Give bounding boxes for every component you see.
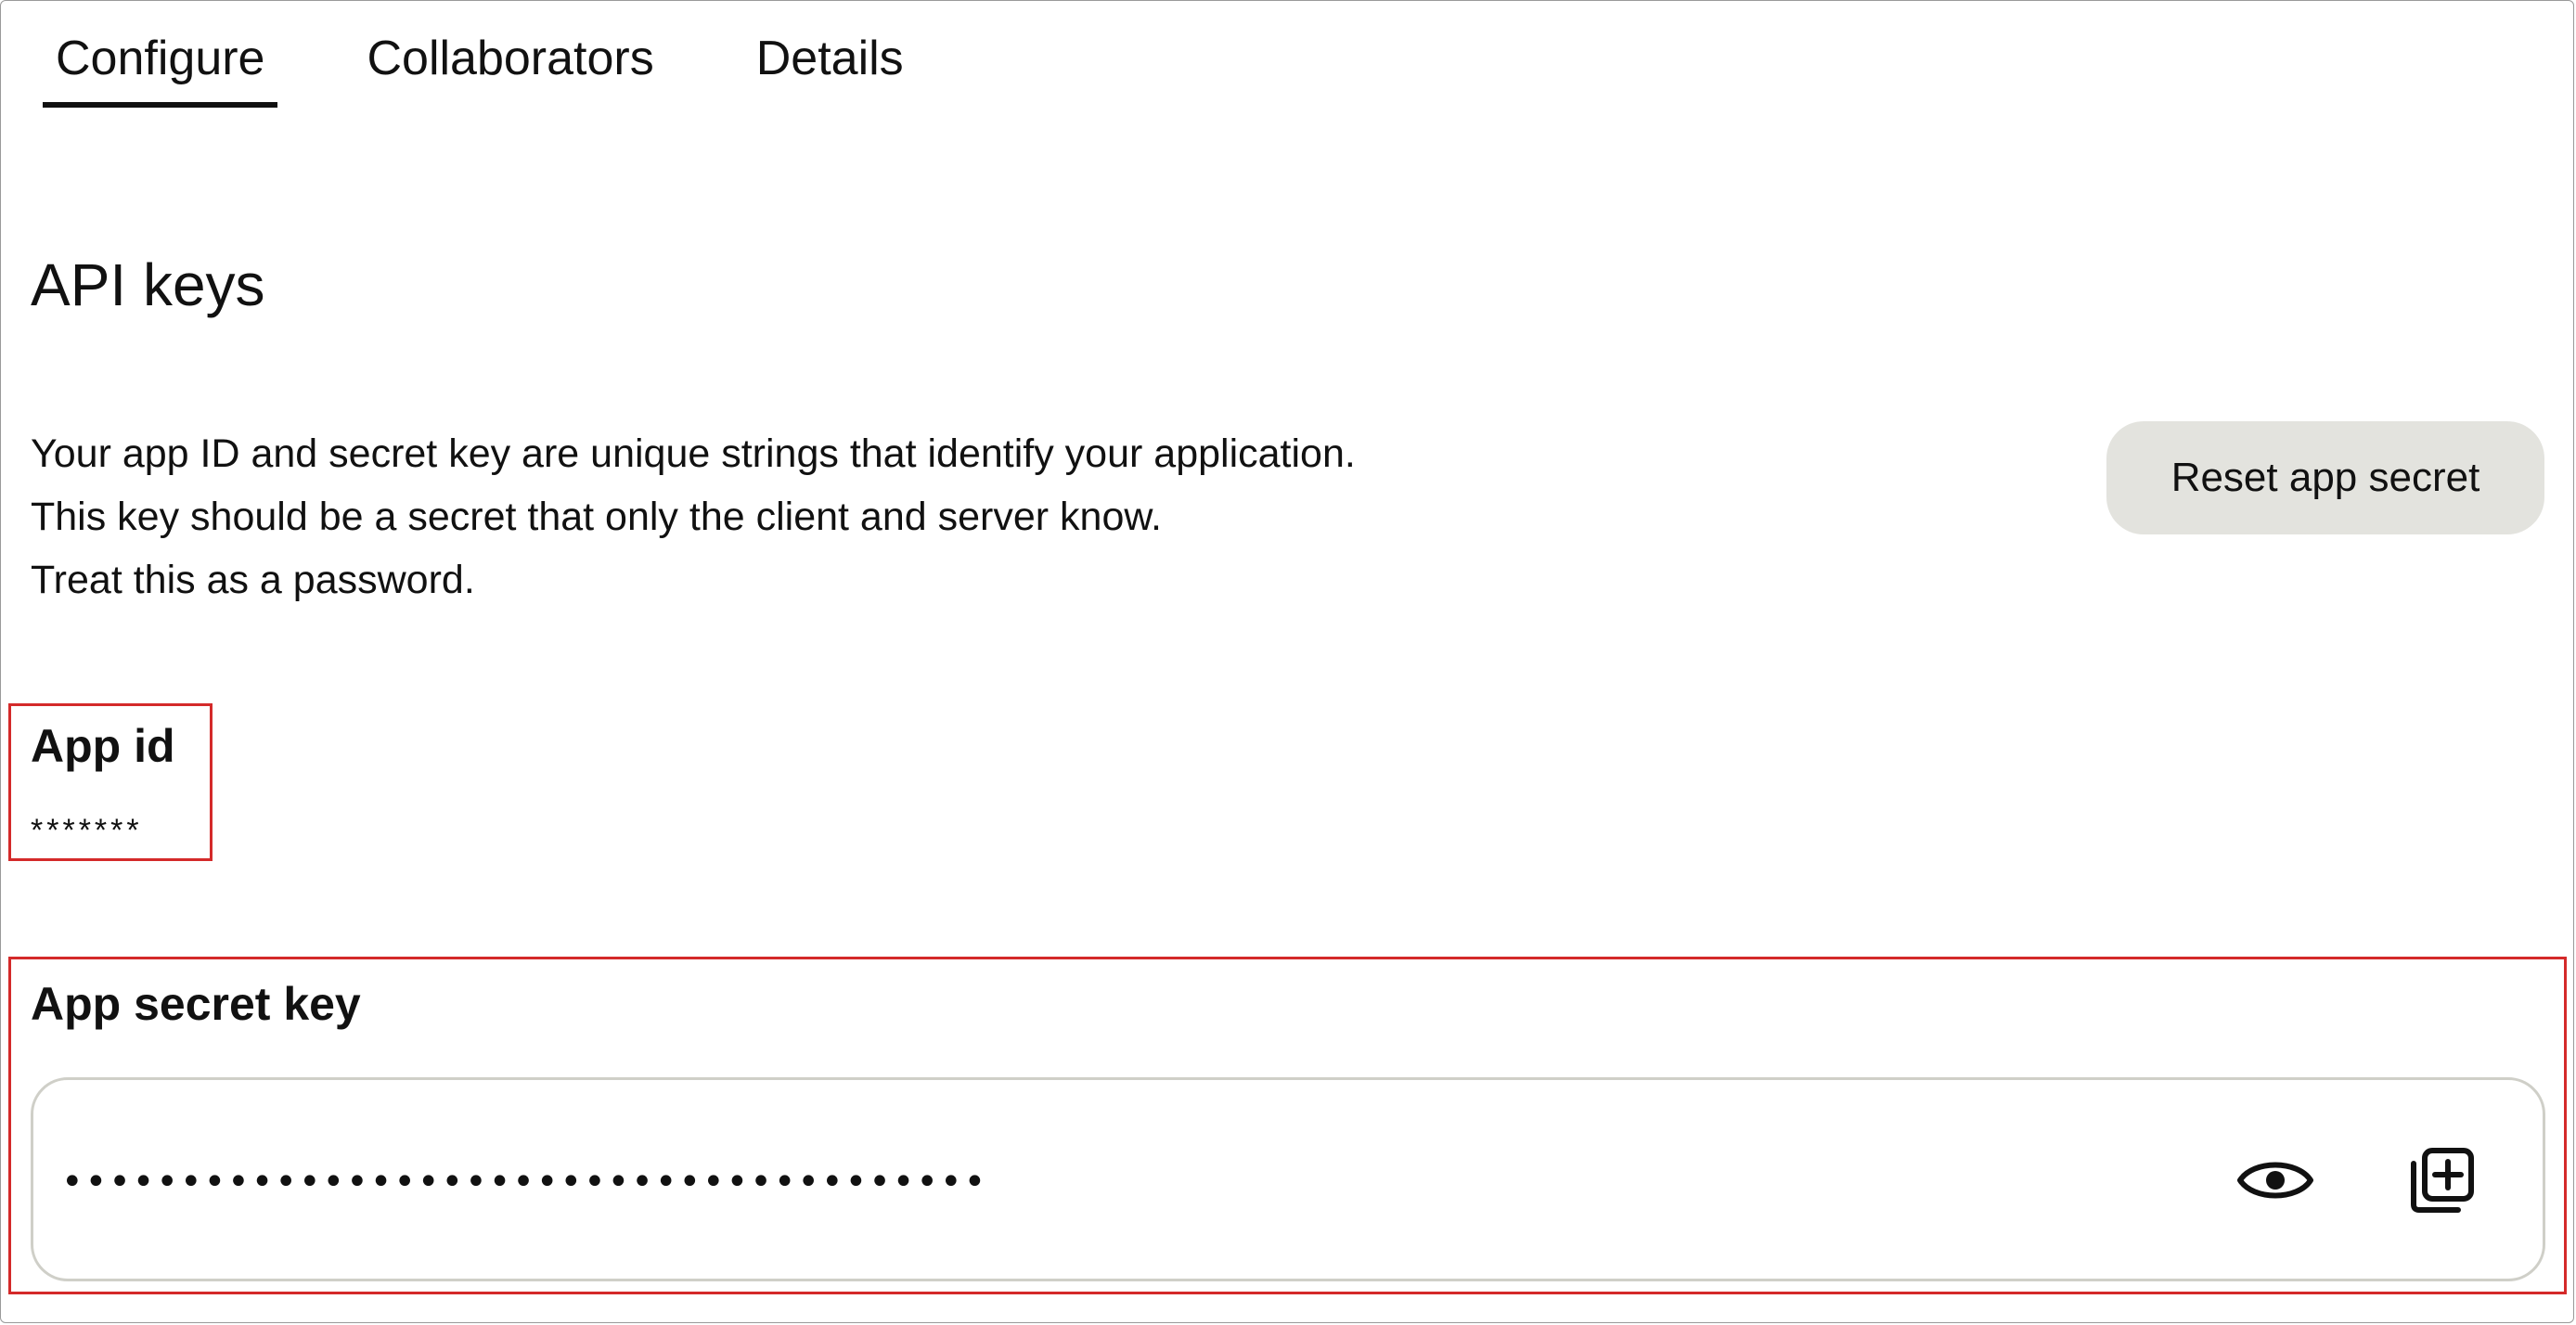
description-line: Your app ID and secret key are unique st… (31, 431, 1356, 476)
description-line: This key should be a secret that only th… (31, 495, 1162, 539)
app-id-label: App id (31, 720, 175, 772)
copy-icon (2411, 1148, 2474, 1213)
reset-app-secret-button[interactable]: Reset app secret (2106, 421, 2544, 534)
app-secret-input[interactable] (61, 1136, 2103, 1229)
description-line: Treat this as a password. (31, 558, 475, 602)
section-title: API keys (31, 251, 265, 318)
tab-bar: Configure Collaborators Details (43, 26, 917, 108)
copy-secret-button[interactable] (2395, 1134, 2488, 1227)
tab-configure[interactable]: Configure (43, 26, 278, 108)
eye-icon (2237, 1162, 2313, 1199)
tab-details[interactable]: Details (743, 26, 917, 91)
show-secret-button[interactable] (2229, 1134, 2322, 1227)
section-description: Your app ID and secret key are unique st… (31, 422, 1356, 611)
tab-collaborators[interactable]: Collaborators (354, 26, 666, 91)
app-secret-label: App secret key (31, 978, 361, 1030)
app-id-value: ******* (31, 813, 143, 848)
app-secret-field (31, 1077, 2545, 1281)
